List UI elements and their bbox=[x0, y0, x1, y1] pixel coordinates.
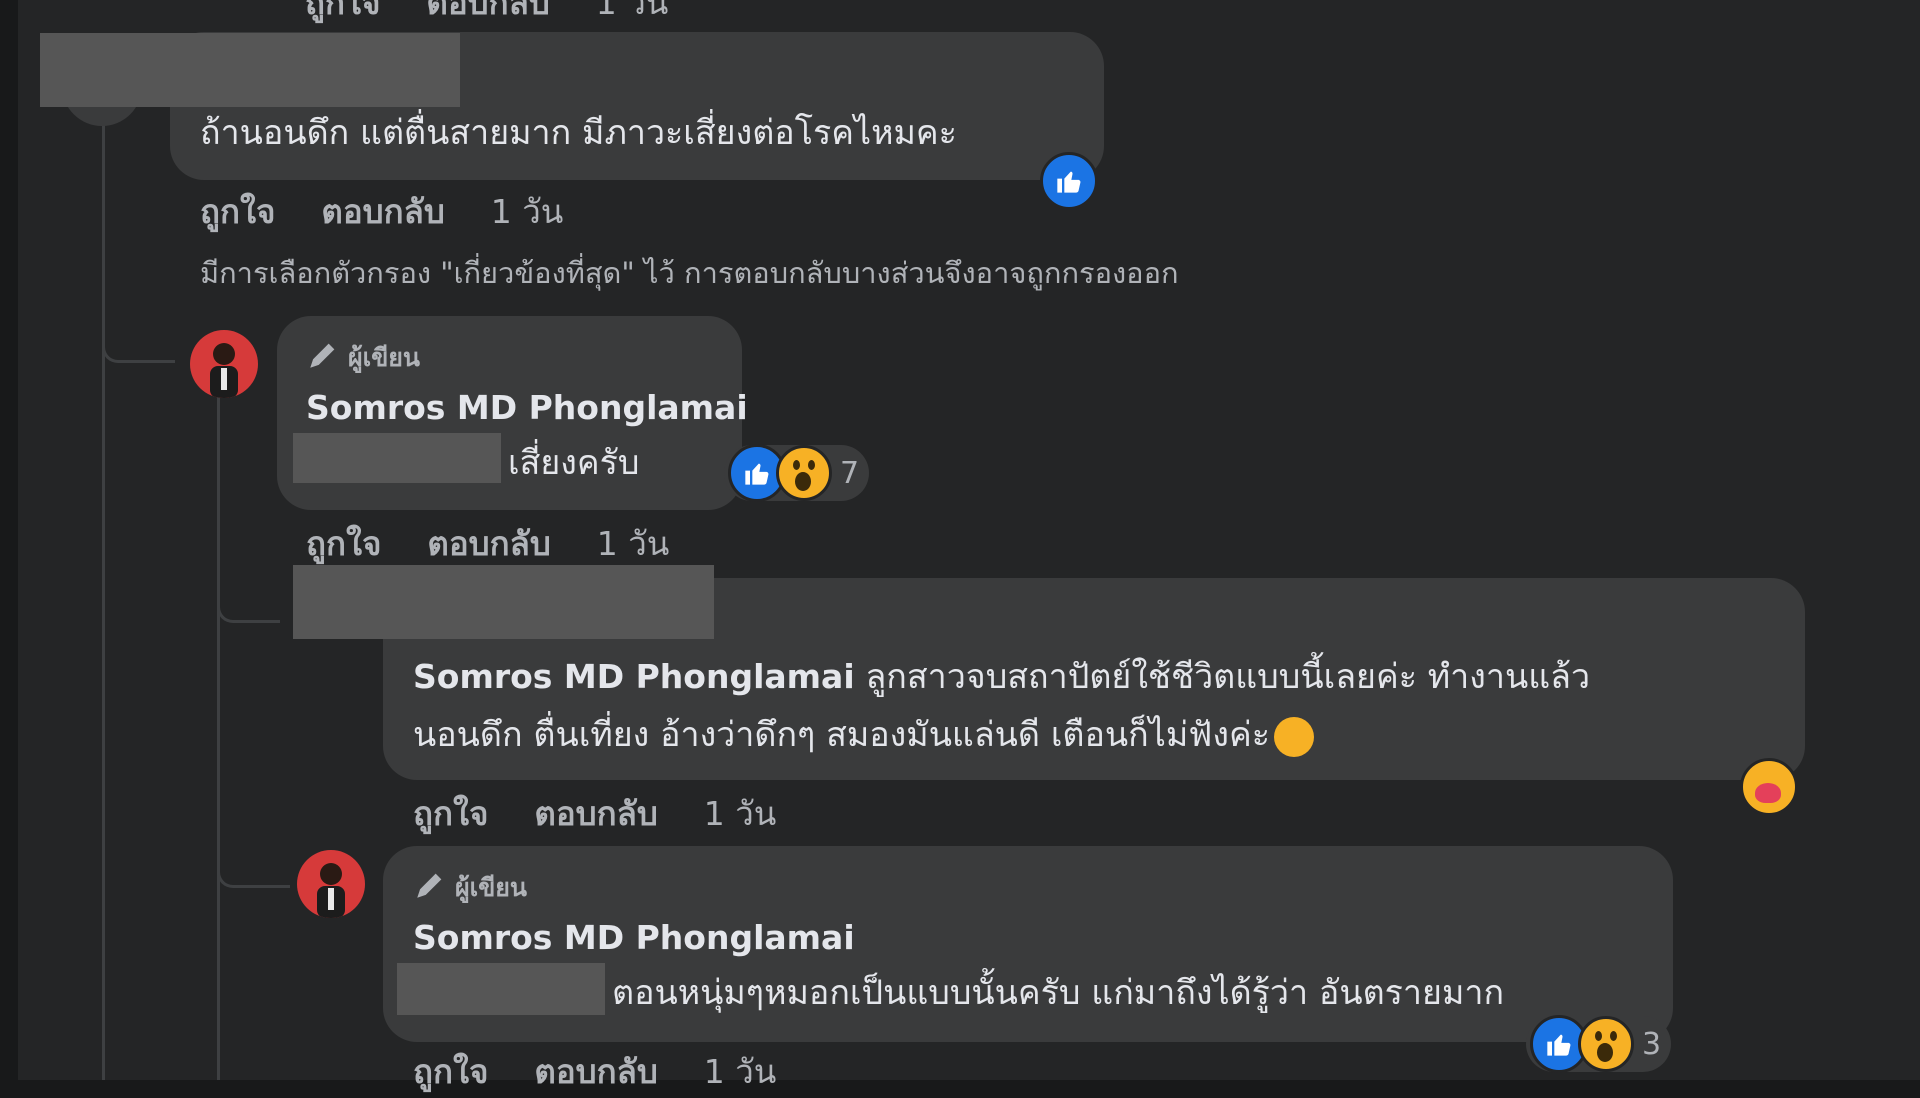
sad-emoji-icon bbox=[1273, 716, 1314, 757]
comment-text: เสี่ยงครับ bbox=[508, 443, 640, 483]
thread-line-main bbox=[102, 120, 105, 1080]
thread-connector bbox=[217, 845, 290, 888]
reaction-count: 3 bbox=[1642, 1026, 1662, 1062]
reply-action[interactable]: ตอบกลับ bbox=[321, 185, 444, 238]
comment-time[interactable]: 1 วัน bbox=[704, 787, 777, 840]
comment-actions: ถูกใจ ตอบกลับ 1 วัน bbox=[413, 787, 776, 840]
comment-text-line2: นอนดึก ตื่นเที่ยง อ้างว่าดึกๆ สมองมันแล่… bbox=[413, 712, 1314, 758]
reaction-count: 7 bbox=[840, 455, 860, 491]
pencil-icon bbox=[413, 868, 447, 908]
redacted-mention bbox=[397, 963, 605, 1015]
author-badge-label: ผู้เขียน bbox=[455, 873, 528, 902]
thread-connector bbox=[102, 320, 175, 363]
filter-note: มีการเลือกตัวกรอง "เกี่ยวข้องที่สุด" ไว้… bbox=[200, 256, 1179, 290]
reply-action[interactable]: ตอบกลับ bbox=[534, 1045, 657, 1098]
like-action[interactable]: ถูกใจ bbox=[305, 0, 380, 29]
like-action[interactable]: ถูกใจ bbox=[413, 1045, 488, 1098]
mention-link[interactable]: Somros MD Phonglamai bbox=[413, 657, 855, 696]
author-badge: ผู้เขียน bbox=[306, 338, 420, 378]
care-icon[interactable] bbox=[1740, 758, 1798, 816]
comment-text-line1: Somros MD Phonglamai ลูกสาวจบสถาปัตย์ใช้… bbox=[413, 657, 1591, 697]
reaction-summary[interactable]: 7 bbox=[724, 444, 870, 502]
comment-time: 1 วัน bbox=[595, 0, 669, 22]
wow-icon bbox=[776, 445, 832, 501]
commenter-name[interactable]: Somros MD Phonglamai bbox=[306, 388, 748, 427]
comment-time[interactable]: 1 วัน bbox=[597, 517, 670, 570]
pencil-icon bbox=[306, 338, 340, 378]
comment-actions-partial: ถูกใจ ตอบกลับ 1 วัน bbox=[305, 0, 668, 29]
comment-text: ตอนหนุ่มๆหมอกเป็นแบบนั้นครับ แก่มาถึงได้… bbox=[612, 973, 1505, 1013]
comment-time[interactable]: 1 วัน bbox=[704, 1045, 777, 1098]
redacted-name bbox=[40, 33, 460, 107]
wow-icon bbox=[1578, 1016, 1634, 1072]
reply-action[interactable]: ตอบกลับ bbox=[427, 517, 550, 570]
author-avatar[interactable] bbox=[297, 850, 365, 918]
thread-line-reply bbox=[217, 390, 220, 1080]
author-badge: ผู้เขียน bbox=[413, 868, 527, 908]
comment-actions: ถูกใจ ตอบกลับ 1 วัน bbox=[200, 185, 563, 238]
like-action[interactable]: ถูกใจ bbox=[306, 517, 381, 570]
commenter-name[interactable]: Somros MD Phonglamai bbox=[413, 918, 855, 957]
redacted-mention bbox=[293, 433, 501, 483]
like-action[interactable]: ถูกใจ bbox=[413, 787, 488, 840]
reply-action[interactable]: ตอบกลับ bbox=[426, 0, 549, 29]
author-avatar[interactable] bbox=[190, 330, 258, 398]
comment-text: ถ้านอนดึก แต่ตื่นสายมาก มีภาวะเสี่ยงต่อโ… bbox=[200, 113, 957, 153]
comment-time[interactable]: 1 วัน bbox=[491, 185, 564, 238]
redacted-name bbox=[293, 565, 714, 639]
comment-actions: ถูกใจ ตอบกลับ 1 วัน bbox=[306, 517, 669, 570]
like-action[interactable]: ถูกใจ bbox=[200, 185, 275, 238]
thread-connector bbox=[217, 580, 280, 623]
reply-action[interactable]: ตอบกลับ bbox=[534, 787, 657, 840]
comment-actions: ถูกใจ ตอบกลับ 1 วัน bbox=[413, 1045, 776, 1098]
author-badge-label: ผู้เขียน bbox=[348, 343, 421, 372]
reaction-summary[interactable]: 3 bbox=[1526, 1015, 1672, 1073]
like-icon[interactable] bbox=[1040, 152, 1098, 210]
